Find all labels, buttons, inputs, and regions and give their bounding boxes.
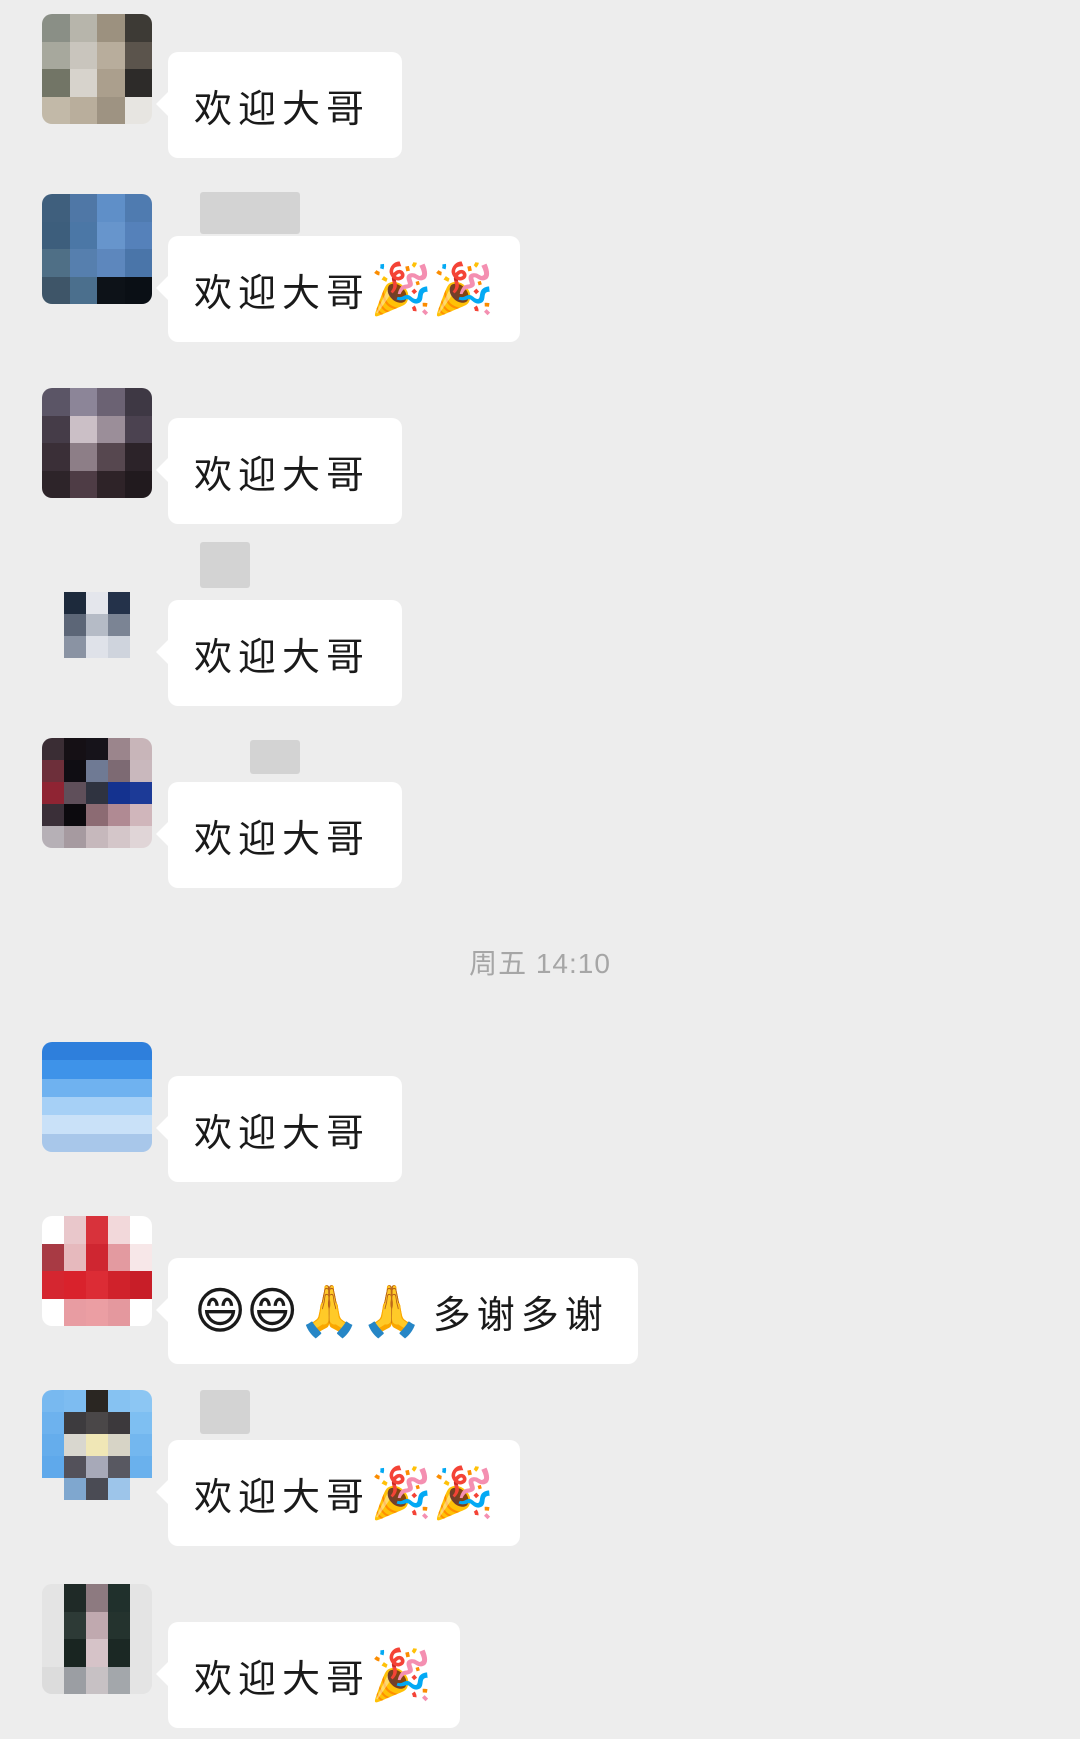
message-text: 多谢多谢 xyxy=(432,1292,609,1337)
party-popper-icon: 🎉🎉 xyxy=(370,260,495,318)
party-popper-icon: 🎉🎉 xyxy=(370,1464,495,1522)
message-bubble[interactable]: 欢迎大哥 🎉 xyxy=(156,1622,460,1728)
message-bubble[interactable]: 欢迎大哥 xyxy=(156,782,402,888)
avatar[interactable] xyxy=(42,1390,152,1500)
avatar[interactable] xyxy=(42,1216,152,1326)
sender-name xyxy=(200,192,300,234)
message-text: 欢迎大哥 xyxy=(194,86,371,131)
message-text: 欢迎大哥 xyxy=(194,634,371,679)
sender-name xyxy=(200,542,250,588)
message-text: 欢迎大哥 xyxy=(194,816,371,861)
message-bubble[interactable]: 😄😄🙏🙏 多谢多谢 xyxy=(156,1258,638,1364)
message-text: 欢迎大哥 xyxy=(194,1474,371,1519)
message-bubble[interactable]: 欢迎大哥 🎉🎉 xyxy=(156,236,520,342)
message-bubble[interactable]: 欢迎大哥 xyxy=(156,52,402,158)
message-bubble[interactable]: 欢迎大哥 🎉🎉 xyxy=(156,1440,520,1546)
time-divider: 周五 14:10 xyxy=(469,948,611,979)
message-text: 欢迎大哥 xyxy=(194,1656,371,1701)
avatar[interactable] xyxy=(42,1584,152,1694)
avatar[interactable] xyxy=(42,1042,152,1152)
sender-name xyxy=(250,740,300,774)
avatar[interactable] xyxy=(42,14,152,124)
message-bubble[interactable]: 欢迎大哥 xyxy=(156,600,402,706)
avatar[interactable] xyxy=(42,388,152,498)
chat-window[interactable]: 欢迎大哥 欢迎大哥 🎉🎉 欢迎大哥 欢迎大哥 欢迎大哥 周五 14:10 欢迎大… xyxy=(0,0,1080,1739)
message-text: 欢迎大哥 xyxy=(194,270,371,315)
avatar[interactable] xyxy=(42,194,152,304)
message-text: 欢迎大哥 xyxy=(194,1110,371,1155)
message-bubble[interactable]: 欢迎大哥 xyxy=(156,418,402,524)
message-text: 欢迎大哥 xyxy=(194,452,371,497)
sender-name xyxy=(200,1390,250,1434)
party-popper-icon: 🎉 xyxy=(370,1646,433,1704)
grinning-face-icon: 😄😄🙏🙏 xyxy=(194,1282,423,1340)
message-bubble[interactable]: 欢迎大哥 xyxy=(156,1076,402,1182)
avatar[interactable] xyxy=(42,570,152,680)
avatar[interactable] xyxy=(42,738,152,848)
